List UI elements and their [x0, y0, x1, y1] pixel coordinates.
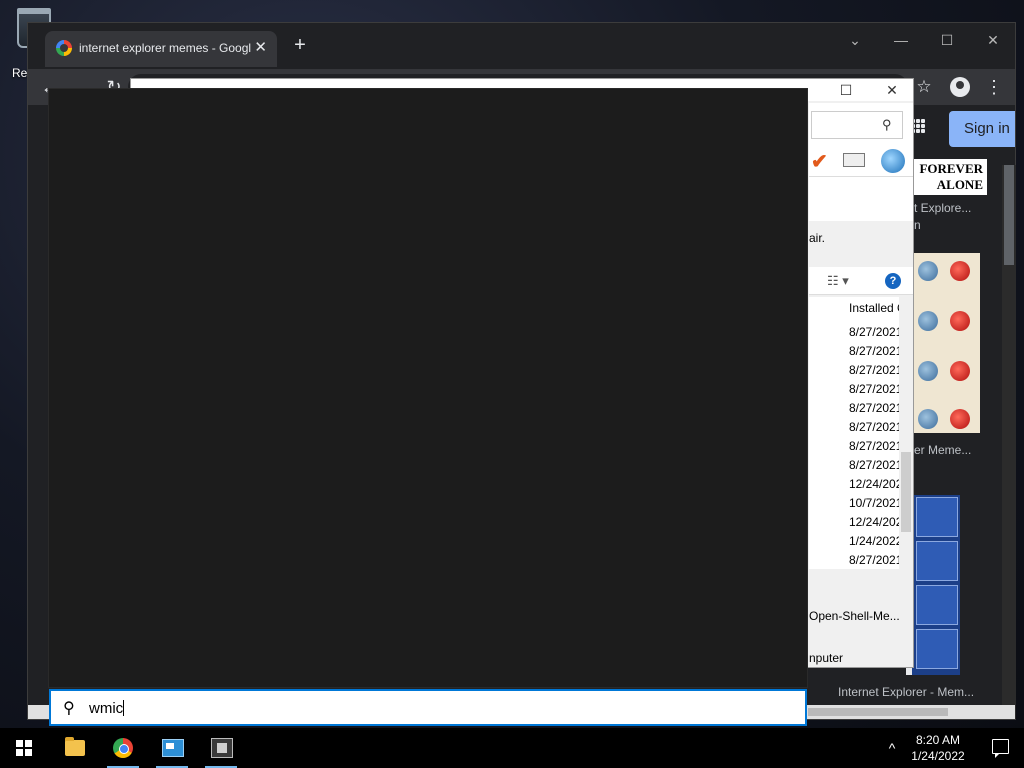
repair-hint-text: air. [809, 231, 826, 245]
sign-in-button[interactable]: Sign in [949, 111, 1015, 147]
taskbar: ^ 8:20 AM 1/24/2022 [0, 728, 1024, 768]
programs-footer-text: nputer [809, 651, 844, 665]
image-result-source: n [914, 218, 921, 232]
chrome-icon [113, 738, 133, 758]
taskbar-clock[interactable]: 8:20 AM 1/24/2022 [904, 732, 972, 764]
programs-maximize-button[interactable]: ☐ [823, 79, 869, 101]
action-center-button[interactable] [978, 728, 1024, 768]
start-button[interactable] [0, 728, 48, 768]
profile-avatar-icon[interactable] [950, 77, 970, 97]
clock-time: 8:20 AM [915, 733, 961, 747]
view-options-icon[interactable]: ☷ ▾ [827, 273, 849, 289]
taskbar-file-explorer[interactable] [50, 728, 98, 768]
taskbar-control-panel[interactable] [148, 728, 196, 768]
image-result-caption[interactable]: t Explore... [914, 201, 971, 215]
windows-logo-icon [16, 740, 32, 756]
bookmark-star-icon[interactable]: ☆ [912, 74, 936, 100]
tab-title: internet explorer memes - Google Search [79, 41, 251, 55]
programs-close-button[interactable]: ✕ [869, 79, 915, 101]
page-vertical-scrollbar[interactable] [1002, 165, 1016, 719]
close-window-button[interactable]: ✕ [970, 27, 1016, 53]
checkmark-icon: ✔ [811, 151, 828, 173]
forever-alone-image-result[interactable]: FOREVER ALONE [914, 159, 987, 195]
program-window-icon [211, 738, 233, 758]
google-favicon-icon [56, 40, 72, 56]
ie-opera-meme-image-result[interactable] [914, 253, 980, 433]
notification-icon [992, 739, 1009, 758]
control-panel-icon [162, 739, 184, 757]
maximize-button[interactable]: ☐ [924, 27, 970, 53]
taskbar-program[interactable] [197, 728, 245, 768]
clock-date: 1/24/2022 [911, 749, 965, 763]
tab-close-icon[interactable]: ✕ [254, 38, 267, 56]
text-caret [123, 700, 125, 716]
envelope-icon [843, 153, 865, 167]
image-result-caption[interactable]: Internet Explorer - Mem... [838, 685, 974, 699]
shell-icon [881, 149, 905, 173]
start-search-input[interactable]: ⚲ wmic [49, 689, 807, 726]
image-result-caption[interactable]: er Meme... [914, 443, 971, 457]
folder-icon [65, 737, 85, 756]
browser-tab[interactable]: internet explorer memes - Google Search … [45, 31, 277, 67]
tab-search-dropdown-icon[interactable]: ⌄ [832, 27, 878, 53]
image-text-line: FOREVER [919, 161, 983, 176]
search-icon: ⚲ [882, 117, 892, 132]
show-hidden-icons-chevron-icon[interactable]: ^ [880, 736, 904, 760]
programs-list-scrollbar[interactable] [899, 297, 913, 569]
help-icon[interactable]: ? [885, 273, 901, 289]
image-text-line: ALONE [936, 177, 983, 192]
programs-horizontal-scrollbar[interactable] [809, 569, 913, 585]
new-tab-button[interactable]: + [288, 33, 312, 57]
chrome-menu-icon[interactable]: ⋮ [984, 74, 1004, 100]
search-query-text: wmic [89, 700, 124, 717]
start-search-panel [48, 88, 808, 688]
ie-blue-meme-image-result[interactable] [906, 495, 960, 675]
taskbar-chrome[interactable] [99, 728, 147, 768]
minimize-button[interactable]: — [878, 27, 924, 53]
programs-icon-strip: ✔ [809, 147, 913, 177]
selected-program-name: Open-Shell-Me... [809, 609, 900, 623]
search-icon: ⚲ [63, 700, 75, 717]
chrome-titlebar: internet explorer memes - Google Search … [28, 23, 1015, 69]
